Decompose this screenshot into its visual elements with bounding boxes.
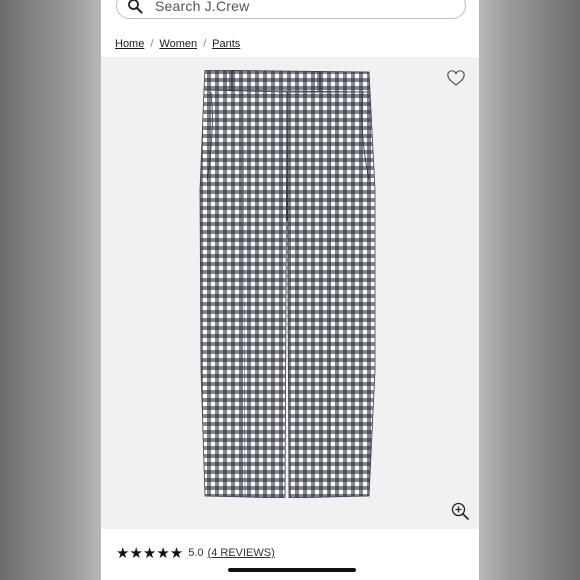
heart-icon[interactable] [447,70,465,86]
rating-score: 5.0 [188,547,204,559]
breadcrumb-women[interactable]: Women [159,38,197,50]
star-icon: ★★★★★ [116,545,184,562]
background-right [479,0,580,580]
search-bar[interactable]: Search J.Crew [116,0,466,19]
breadcrumb-home[interactable]: Home [115,38,144,50]
breadcrumb-separator: / [203,38,207,50]
breadcrumb-pants[interactable]: Pants [212,38,240,50]
pants-image [199,70,376,498]
zoom-in-icon[interactable] [451,502,469,520]
background-left [0,0,101,580]
search-input[interactable]: Search J.Crew [155,0,249,14]
breadcrumb: Home / Women / Pants [115,38,240,50]
reviews-link[interactable]: (4 REVIEWS) [208,547,275,559]
product-rating: ★★★★★ 5.0 (4 REVIEWS) [116,544,275,562]
phone-screen: Search J.Crew Home / Women / Pants ★★★★★… [101,0,479,580]
search-icon [128,0,143,13]
product-image[interactable] [101,57,479,529]
home-indicator[interactable] [228,568,356,572]
breadcrumb-separator: / [150,38,154,50]
